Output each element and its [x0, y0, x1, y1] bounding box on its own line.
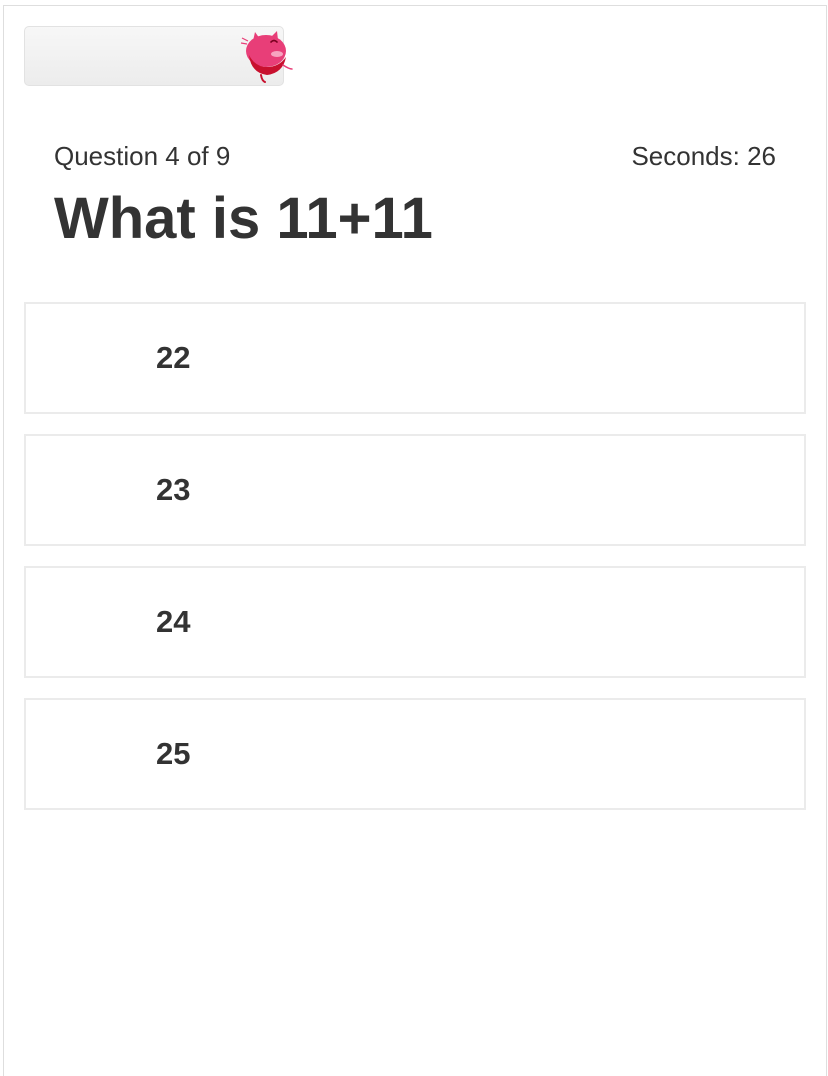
answer-label: 22 — [156, 340, 191, 375]
question-counter: Question 4 of 9 — [54, 141, 231, 171]
answer-option-2[interactable]: 23 — [24, 434, 806, 546]
answer-option-3[interactable]: 24 — [24, 566, 806, 678]
answer-label: 25 — [156, 736, 191, 771]
progress-bar — [24, 26, 293, 86]
answer-option-1[interactable]: 22 — [24, 302, 806, 414]
answer-label: 23 — [156, 472, 191, 507]
answer-label: 24 — [156, 604, 191, 639]
question-title: What is 11+11 — [54, 186, 433, 251]
progress-fill — [25, 27, 139, 85]
quiz-header: Question 4 of 9 Seconds: 26 — [54, 138, 776, 174]
countdown-timer: Seconds: 26 — [631, 141, 776, 171]
mascot-icon — [240, 31, 293, 83]
answer-option-4[interactable]: 25 — [24, 698, 806, 810]
answer-list: 22 23 24 25 — [24, 302, 806, 830]
